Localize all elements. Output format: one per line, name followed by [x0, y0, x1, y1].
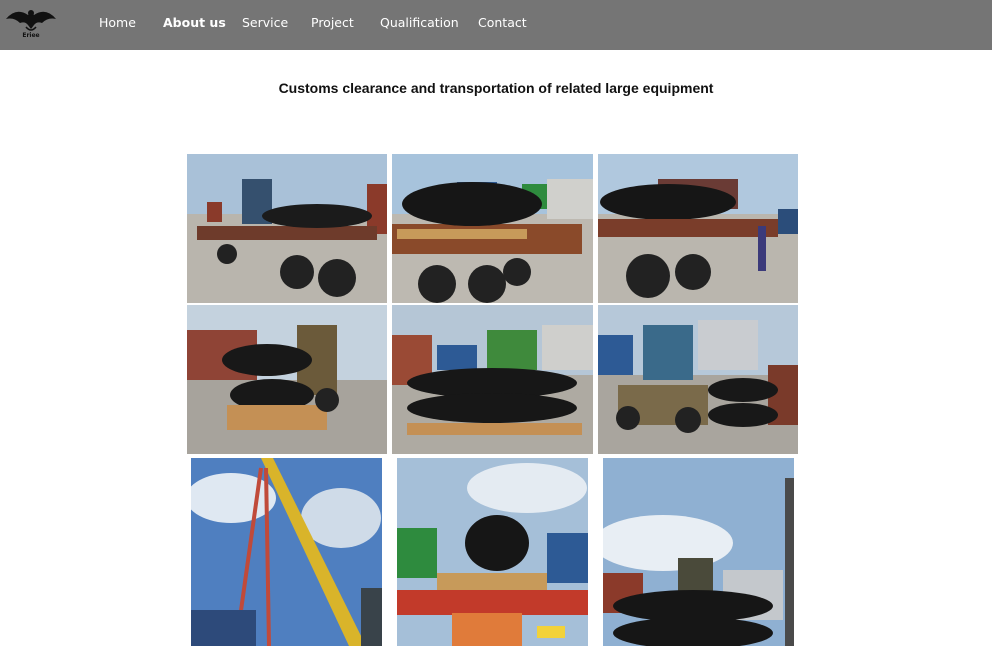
- nav-about-us[interactable]: About us: [163, 15, 226, 31]
- eagle-logo-icon: Eriee: [6, 10, 56, 39]
- truck-with-pipe-photo: [392, 154, 593, 303]
- nav-service[interactable]: Service: [242, 15, 288, 31]
- forklift-pipes-photo: [187, 305, 387, 454]
- gallery-photo-1[interactable]: [187, 154, 387, 303]
- top-navbar: Eriee Home About us Service Project Qual…: [0, 0, 992, 50]
- stacked-pipes-photo: [603, 458, 794, 646]
- gallery-photo-4[interactable]: [187, 305, 387, 454]
- truck-rear-photo: [397, 458, 588, 646]
- gallery-photo-6[interactable]: [598, 305, 798, 454]
- gallery-photo-2[interactable]: [392, 154, 593, 303]
- truck-with-pipe-photo: [598, 154, 798, 303]
- gallery-photo-7[interactable]: [191, 458, 382, 646]
- pallet-pipes-photo: [392, 305, 593, 454]
- truck-with-pipe-photo: [187, 154, 387, 303]
- gallery-photo-9[interactable]: [603, 458, 794, 646]
- forklift-pipes-photo: [598, 305, 798, 454]
- gallery-photo-3[interactable]: [598, 154, 798, 303]
- nav-project[interactable]: Project: [311, 15, 354, 31]
- svg-text:Eriee: Eriee: [22, 32, 39, 39]
- crane-photo: [191, 458, 382, 646]
- brand-logo[interactable]: Eriee: [4, 3, 58, 39]
- gallery-photo-5[interactable]: [392, 305, 593, 454]
- gallery-photo-8[interactable]: [397, 458, 588, 646]
- page-title: Customs clearance and transportation of …: [278, 80, 714, 96]
- nav-qualification[interactable]: Qualification: [380, 15, 459, 31]
- nav-contact[interactable]: Contact: [478, 15, 527, 31]
- nav-home[interactable]: Home: [99, 15, 136, 31]
